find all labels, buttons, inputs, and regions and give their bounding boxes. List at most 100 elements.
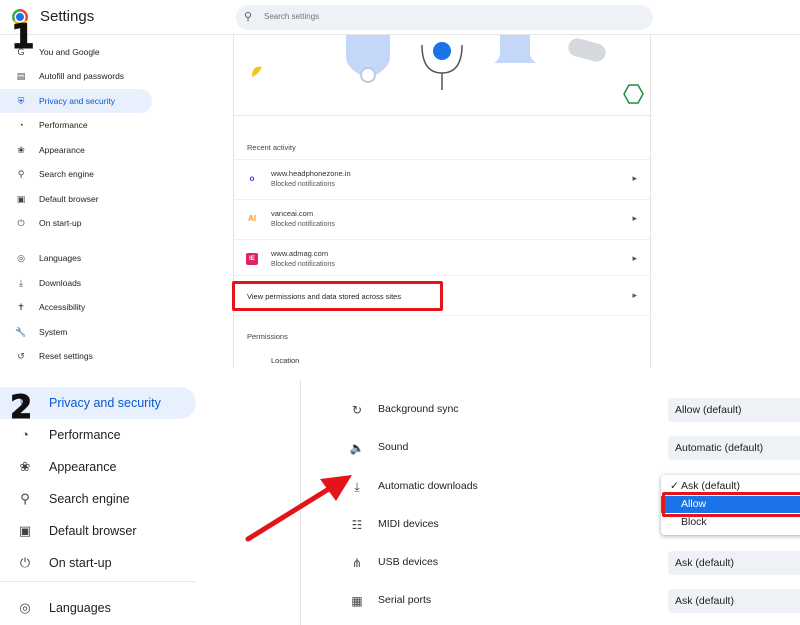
sidebar-item-label: Languages [49, 601, 111, 615]
palette-icon: ❀ [19, 459, 31, 474]
select-value: Ask (default) [675, 557, 734, 569]
arrow-head [320, 475, 352, 501]
clipboard-icon: ▤ [16, 71, 26, 81]
step-number-badge-1: 1 [11, 17, 36, 58]
sync-icon: ↻ [351, 403, 363, 417]
sidebar-item-label: Accessibility [39, 302, 86, 312]
sidebar-item-label: You and Google [39, 47, 100, 57]
sidebar-item-label: Privacy and security [49, 396, 161, 410]
download-icon: ⤓ [19, 278, 23, 288]
sidebar-item-label: Search engine [49, 492, 130, 506]
location-label: Location [271, 356, 300, 365]
sidebar-item-label: Appearance [39, 145, 85, 155]
step-number-badge-2: 2 [9, 388, 33, 427]
permission-label: USB devices [378, 556, 439, 568]
chevron-right-icon: ▸ [632, 213, 637, 223]
browser-window-icon: ▣ [16, 194, 26, 204]
serial-port-icon: ▦ [351, 594, 363, 608]
sidebar-item-languages[interactable]: ◎ Languages [0, 246, 152, 270]
globe-icon: ◎ [19, 600, 31, 615]
sidebar-item-performance[interactable]: ◔ Performance [0, 113, 152, 137]
site-row-headphonezone[interactable]: o www.headphonezone.in Blocked notificat… [234, 159, 652, 199]
permission-label: MIDI devices [378, 518, 439, 530]
serial-ports-select[interactable]: Ask (default) [668, 589, 800, 613]
sidebar-item-search-engine[interactable]: ⚲ Search engine [0, 162, 152, 186]
speedometer-icon: ◔ [21, 427, 29, 442]
sidebar-item-label: Performance [39, 120, 88, 130]
card-divider [234, 115, 652, 116]
search-icon: ⚲ [17, 169, 25, 179]
checkmark-icon: ✓ [670, 480, 679, 492]
vanceai-favicon-icon: AI [248, 214, 256, 223]
sidebar-item-accessibility[interactable]: ✝ Accessibility [0, 295, 152, 319]
select-value: Allow (default) [675, 404, 742, 416]
power-icon: ⏻ [19, 555, 31, 570]
sidebar-item-label: Search engine [39, 169, 94, 179]
illustration-leaf [252, 66, 262, 77]
illustration-hexagon [623, 84, 644, 104]
sidebar-item-appearance[interactable]: ❀ Appearance [0, 451, 196, 483]
search-placeholder: Search settings [264, 12, 320, 21]
sidebar-item-label: On start-up [39, 218, 82, 228]
chevron-right-icon: ▸ [632, 290, 637, 300]
highlight-allow-option [662, 492, 800, 517]
chevron-right-icon: ▸ [632, 173, 637, 183]
site-name: www.admag.com [271, 249, 329, 258]
wrench-icon: 🔧 [15, 327, 27, 337]
sidebar-item-on-startup[interactable]: ⏻ On start-up [0, 547, 196, 579]
search-icon: ⚲ [20, 491, 30, 506]
sidebar-item-label: Languages [39, 253, 82, 263]
select-value: Automatic (default) [675, 442, 764, 454]
site-row-admag[interactable]: IE www.admag.com Blocked notifications ▸ [234, 239, 652, 279]
site-name: vanceai.com [271, 209, 314, 218]
option-label: Ask (default) [681, 480, 740, 492]
arrow-shaft [245, 484, 335, 542]
speaker-icon: 🔈 [349, 441, 365, 455]
illustration-bell [494, 35, 536, 63]
permission-label: Background sync [378, 403, 459, 415]
accessibility-icon: ✝ [17, 302, 25, 312]
background-sync-select[interactable]: Allow (default) [668, 398, 800, 422]
permission-label: Sound [378, 441, 409, 453]
sidebar-item-label: Autofill and passwords [39, 71, 125, 81]
permission-label: Serial ports [378, 594, 432, 606]
usb-devices-select[interactable]: Ask (default) [668, 551, 800, 575]
illustration-dot [360, 67, 376, 83]
search-icon: ⚲ [244, 11, 253, 23]
sidebar-item-search-engine[interactable]: ⚲ Search engine [0, 483, 196, 515]
privacy-illustration [252, 35, 644, 104]
usb-icon: ⋔ [351, 556, 363, 570]
sidebar-item-default-browser[interactable]: ▣ Default browser [0, 515, 196, 547]
sidebar-item-label: Performance [49, 428, 121, 442]
site-name: www.headphonezone.in [271, 169, 351, 178]
sidebar-item-downloads[interactable]: ⤓ Downloads [0, 271, 152, 295]
sound-select[interactable]: Automatic (default) [668, 436, 800, 460]
sidebar-item-label: Appearance [49, 460, 117, 474]
power-icon: ⏻ [17, 218, 25, 228]
settings-panel-1: Settings ⚲ Search settings G You and Goo… [0, 0, 800, 368]
reset-history-icon: ↺ [17, 351, 25, 361]
speedometer-icon: ◔ [18, 120, 24, 130]
sidebar-item-default-browser[interactable]: ▣ Default browser [0, 187, 152, 211]
option-label: Block [681, 516, 707, 528]
site-status: Blocked notifications [271, 181, 335, 188]
sidebar-item-autofill[interactable]: ▤ Autofill and passwords [0, 64, 152, 88]
permissions-title: Permissions [247, 332, 288, 341]
sidebar-item-reset-settings[interactable]: ↺ Reset settings [0, 344, 152, 368]
permission-row-location[interactable]: Location [234, 350, 652, 368]
site-row-vanceai[interactable]: AI vanceai.com Blocked notifications ▸ [234, 199, 652, 239]
palette-icon: ❀ [17, 145, 25, 155]
sidebar-item-on-startup[interactable]: ⏻ On start-up [0, 211, 152, 235]
sidebar-item-system[interactable]: 🔧 System [0, 320, 152, 344]
search-input[interactable]: ⚲ Search settings [236, 5, 653, 30]
recent-activity-title: Recent activity [247, 143, 296, 152]
sidebar-item-appearance[interactable]: ❀ Appearance [0, 138, 152, 162]
sidebar-item-languages[interactable]: ◎ Languages [0, 592, 196, 624]
globe-icon: ◎ [17, 253, 25, 263]
headphonezone-favicon-icon: o [249, 174, 255, 183]
sidebar-item-label: System [39, 327, 68, 337]
sidebar-item-label: Downloads [39, 278, 82, 288]
site-status: Blocked notifications [271, 221, 335, 228]
sidebar-item-label: Privacy and security [39, 96, 116, 106]
sidebar-item-privacy[interactable]: ⛨ Privacy and security [0, 89, 152, 113]
